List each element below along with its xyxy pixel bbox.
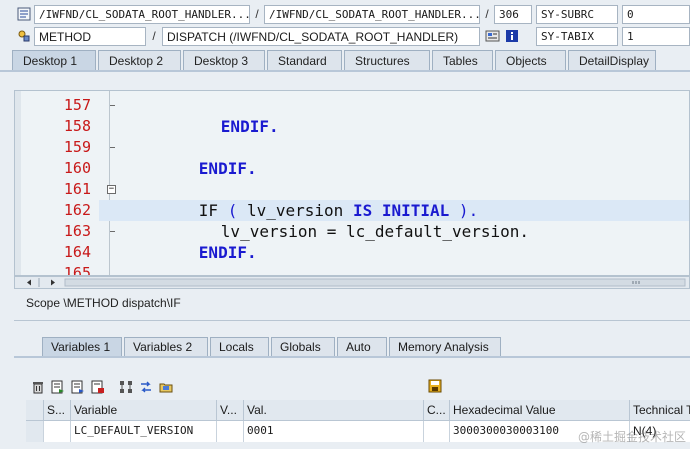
desktop-tab-underline — [0, 70, 690, 72]
path-separator: / — [485, 7, 489, 21]
selector-header[interactable] — [26, 400, 44, 421]
tab-auto[interactable]: Auto — [337, 337, 387, 356]
paren-open: ( — [227, 201, 238, 220]
keyword: ENDIF — [220, 117, 269, 136]
keyword: IF — [198, 201, 219, 220]
variable-tabs: Variables 1 Variables 2 Locals Globals A… — [42, 337, 503, 356]
variable-tab-underline — [14, 356, 690, 358]
save-icon[interactable] — [427, 378, 443, 394]
column-header-c[interactable]: C... — [424, 400, 450, 421]
path-separator: / — [255, 7, 259, 21]
column-header-value[interactable]: Val. — [244, 400, 424, 421]
display-object-icon[interactable] — [484, 28, 500, 44]
tab-structures[interactable]: Structures — [344, 50, 430, 70]
code-line[interactable]: − IF ( lv_version IS INITIAL ). — [107, 179, 689, 220]
period: . — [246, 159, 257, 178]
line-number: 164 — [63, 243, 91, 261]
column-header-hex[interactable]: Hexadecimal Value — [450, 400, 630, 421]
tab-desktop-1[interactable]: Desktop 1 — [12, 50, 96, 70]
hierarchy-icon[interactable] — [118, 379, 134, 395]
watermark: @稀土掘金技术社区 — [577, 430, 686, 444]
tab-standard[interactable]: Standard — [267, 50, 342, 70]
import-list-icon[interactable] — [70, 379, 86, 395]
export-list-icon[interactable] — [90, 379, 106, 395]
path-separator: / — [152, 29, 156, 43]
program-field[interactable]: /IWFND/CL_SODATA_ROOT_HANDLER... — [34, 4, 250, 24]
editor-horizontal-scrollbar[interactable] — [14, 276, 690, 289]
debugger-header-row-1: /IWFND/CL_SODATA_ROOT_HANDLER... / /IWFN… — [0, 4, 690, 24]
line-number: 161 — [63, 180, 91, 198]
column-header-v[interactable]: V... — [217, 400, 244, 421]
system-field-value-2[interactable]: 1 — [622, 26, 690, 46]
desktop-tabs: Desktop 1 Desktop 2 Desktop 3 Standard S… — [12, 50, 658, 70]
keyword: IS INITIAL — [352, 201, 450, 220]
row-selector[interactable] — [26, 421, 44, 442]
period: . — [246, 243, 257, 262]
source-list-icon[interactable] — [16, 6, 32, 22]
tab-memory-analysis[interactable]: Memory Analysis — [389, 337, 501, 356]
column-header-variable[interactable]: Variable — [71, 400, 217, 421]
system-field-name[interactable]: SY-SUBRC — [536, 4, 618, 24]
keyword: ENDIF — [198, 243, 247, 262]
tab-locals[interactable]: Locals — [210, 337, 269, 356]
cell-c[interactable] — [424, 421, 450, 442]
tab-variables-2[interactable]: Variables 2 — [124, 337, 208, 356]
system-field-name-2[interactable]: SY-TABIX — [536, 26, 618, 46]
panel-divider[interactable] — [14, 320, 690, 321]
source-code-editor[interactable]: 157 158 159 160 161 162 163 164 165 ENDI… — [14, 90, 690, 276]
method-tools-icon[interactable] — [16, 28, 32, 44]
line-number: 158 — [63, 117, 91, 135]
tab-objects[interactable]: Objects — [495, 50, 566, 70]
swap-icon[interactable] — [138, 379, 154, 395]
line-number-field[interactable]: 306 — [494, 4, 532, 24]
tab-tables[interactable]: Tables — [432, 50, 493, 70]
line-number: 157 — [63, 96, 91, 114]
column-header-s[interactable]: S... — [44, 400, 71, 421]
folder-icon[interactable] — [158, 379, 174, 395]
variable-name: lv_version — [246, 201, 344, 220]
cell-s[interactable] — [44, 421, 71, 442]
event-field[interactable]: DISPATCH (/IWFND/CL_SODATA_ROOT_HANDLER) — [162, 26, 480, 46]
variables-toolbar — [30, 378, 178, 396]
fold-guide — [109, 91, 110, 275]
code-line[interactable]: ENDIF. — [110, 137, 689, 178]
line-number: 162 — [63, 201, 91, 219]
period: . — [268, 117, 279, 136]
tab-globals[interactable]: Globals — [271, 337, 335, 356]
cell-v[interactable] — [217, 421, 244, 442]
tab-desktop-2[interactable]: Desktop 2 — [98, 50, 181, 70]
system-field-value[interactable]: 0 — [622, 4, 690, 24]
column-header-technical-type[interactable]: Technical T — [630, 400, 690, 421]
include-field[interactable]: /IWFND/CL_SODATA_ROOT_HANDLER... — [264, 4, 480, 24]
insert-variables-icon[interactable] — [50, 379, 66, 395]
info-icon[interactable] — [504, 28, 520, 44]
fold-tick-icon — [110, 105, 115, 106]
tab-desktop-3[interactable]: Desktop 3 — [183, 50, 265, 70]
cell-value[interactable]: 0001 — [244, 421, 424, 442]
line-number: 160 — [63, 159, 91, 177]
tab-variables-1[interactable]: Variables 1 — [42, 337, 122, 356]
code-area[interactable]: ENDIF. ENDIF. − IF ( lv_version IS INITIA… — [99, 95, 689, 275]
scope-label: Scope \METHOD dispatch\IF — [26, 296, 181, 310]
paren-close: ) — [458, 201, 469, 220]
line-number: 165 — [63, 264, 91, 276]
fold-tick-icon — [110, 147, 115, 148]
code-line[interactable]: ENDIF. — [110, 95, 689, 136]
period: . — [468, 201, 479, 220]
tab-detail-display[interactable]: DetailDisplay — [568, 50, 656, 70]
line-number: 159 — [63, 138, 91, 156]
debugger-header-row-2: METHOD / DISPATCH (/IWFND/CL_SODATA_ROOT… — [0, 26, 690, 46]
keyword: ENDIF — [198, 159, 247, 178]
delete-icon[interactable] — [30, 379, 46, 395]
code-line[interactable] — [119, 263, 689, 275]
cell-variable[interactable]: LC_DEFAULT_VERSION — [71, 421, 217, 442]
line-number-column: 157 158 159 160 161 162 163 164 165 — [21, 95, 97, 276]
code-line[interactable]: ENDIF. — [110, 221, 689, 262]
event-type-field[interactable]: METHOD — [34, 26, 146, 46]
line-number: 163 — [63, 222, 91, 240]
fold-tick-icon — [110, 231, 115, 232]
collapse-block-icon[interactable]: − — [107, 185, 116, 194]
grid-header-row: S... Variable V... Val. C... Hexadecimal… — [26, 400, 690, 421]
